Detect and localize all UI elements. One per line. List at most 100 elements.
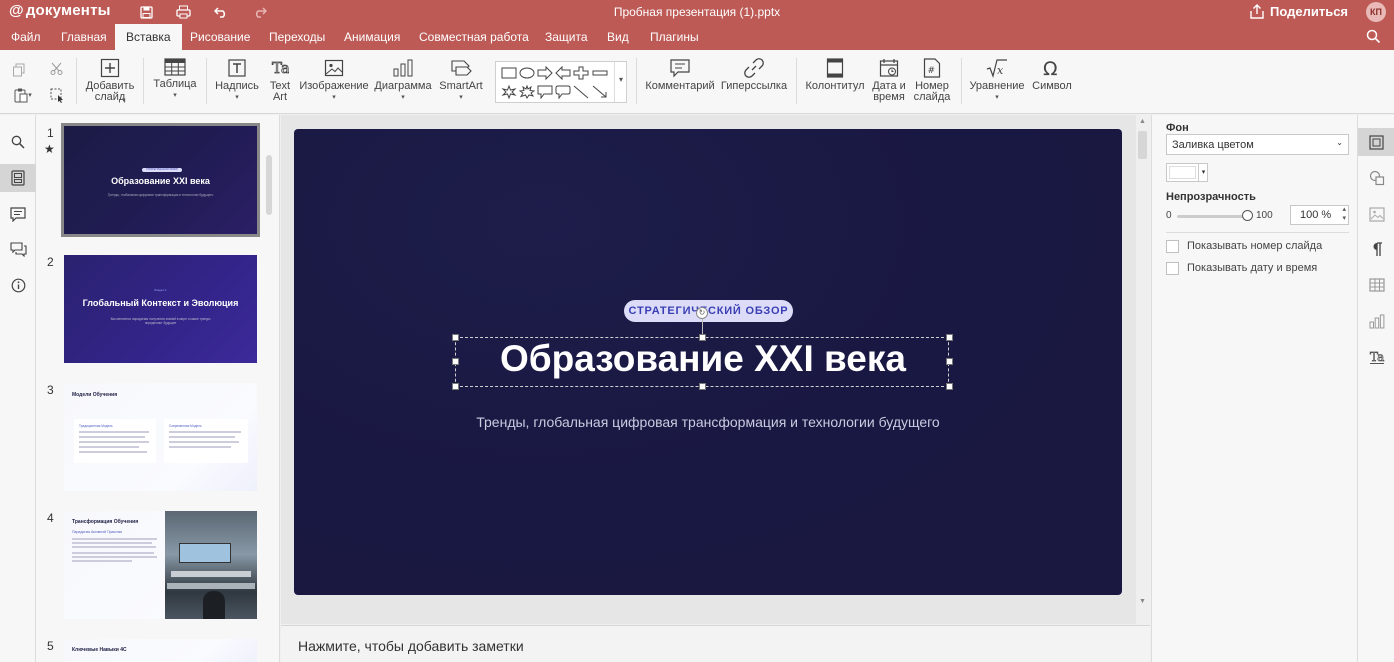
- select-all-icon[interactable]: [48, 86, 66, 104]
- insert-symbol-button[interactable]: Ω Символ: [1030, 58, 1074, 92]
- current-slide[interactable]: СТРАТЕГИЧЕСКИЙ ОБЗОР Образование XXI век…: [294, 129, 1122, 595]
- slide-thumbnail-5[interactable]: Ключевые Навыки 4С: [64, 639, 257, 662]
- slide-thumbnail-2[interactable]: Раздел 1 Глобальный Контекст и Эволюция …: [64, 255, 257, 363]
- chart-label: Диаграмма: [374, 80, 432, 92]
- insert-image-button[interactable]: Изображение ▾: [299, 58, 369, 103]
- fill-color-picker[interactable]: ▾: [1166, 163, 1208, 182]
- shapes-more-icon[interactable]: ▾: [614, 62, 627, 102]
- slide-thumbnail-1[interactable]: СТРАТЕГИЧЕСКИЙ ОБЗОР Образование XXI век…: [61, 123, 260, 237]
- resize-handle[interactable]: [699, 383, 706, 390]
- tab-collaboration[interactable]: Совместная работа: [408, 24, 540, 50]
- paste-icon[interactable]: ▾: [10, 86, 36, 104]
- callout-rounded-shape-icon[interactable]: [555, 85, 571, 99]
- chevron-down-icon: ▾: [1198, 164, 1208, 181]
- cut-icon[interactable]: [48, 60, 66, 78]
- resize-handle[interactable]: [946, 334, 953, 341]
- shape-settings-icon[interactable]: [1358, 164, 1394, 192]
- resize-handle[interactable]: [946, 358, 953, 365]
- thumb-subtitle: Как меняются парадигмы получения знаний …: [110, 317, 211, 325]
- slide-thumbnail-3[interactable]: Модели Обучения Традиционная Модель Совр…: [64, 383, 257, 491]
- chart-settings-icon[interactable]: [1358, 307, 1394, 335]
- slides-panel-icon[interactable]: [0, 164, 36, 192]
- slide-editor[interactable]: СТРАТЕГИЧЕСКИЙ ОБЗОР Образование XXI век…: [281, 115, 1150, 624]
- tab-protection[interactable]: Защита: [534, 24, 599, 50]
- table-icon: [164, 58, 186, 76]
- resize-handle[interactable]: [946, 383, 953, 390]
- opacity-label: Непрозрачность: [1166, 191, 1256, 203]
- fill-type-select[interactable]: Заливка цветом ⌄: [1166, 134, 1349, 155]
- tab-animation[interactable]: Анимация: [333, 24, 411, 50]
- show-date-time-checkbox[interactable]: [1166, 262, 1179, 275]
- header-footer-button[interactable]: Колонтитул: [804, 58, 866, 92]
- toolbar: ▾ Добавить слайд ▾ Таблица ▾ Надпись ▾ T…: [0, 50, 1394, 114]
- rectangle-shape-icon[interactable]: [501, 66, 517, 80]
- date-time-button[interactable]: Дата и время: [871, 58, 907, 103]
- resize-handle[interactable]: [452, 383, 459, 390]
- thumbnails-scrollbar[interactable]: [266, 155, 272, 215]
- copy-icon[interactable]: [10, 61, 28, 79]
- arrow-line-shape-icon[interactable]: [592, 85, 608, 99]
- image-settings-icon[interactable]: [1358, 200, 1394, 228]
- tab-home[interactable]: Главная: [50, 24, 118, 50]
- add-slide-button[interactable]: Добавить слайд ▾: [84, 58, 136, 104]
- thumb-subtitle: Тренды, глобальная цифровая трансформаци…: [107, 193, 214, 197]
- insert-smartart-button[interactable]: SmartArt ▾: [436, 58, 486, 103]
- chevron-down-icon: ⌄: [1336, 138, 1343, 147]
- textart-icon: Ta: [272, 59, 289, 78]
- tab-file[interactable]: Файл: [0, 24, 52, 50]
- slide-badge[interactable]: СТРАТЕГИЧЕСКИЙ ОБЗОР: [624, 300, 793, 322]
- resize-handle[interactable]: [452, 334, 459, 341]
- plus-shape-icon[interactable]: [573, 66, 589, 80]
- slide-number-button[interactable]: # Номер слайда: [912, 58, 952, 103]
- minus-shape-icon[interactable]: [592, 66, 608, 80]
- share-label: Поделиться: [1270, 4, 1349, 19]
- search-icon[interactable]: [1366, 29, 1381, 47]
- editor-scrollbar[interactable]: ▲ ▼: [1136, 115, 1150, 624]
- slide-settings-icon[interactable]: [1358, 128, 1394, 156]
- search-icon[interactable]: [0, 128, 36, 156]
- star-shape-icon[interactable]: [501, 85, 517, 99]
- paragraph-settings-icon[interactable]: [1358, 235, 1394, 263]
- notes-area[interactable]: Нажмите, чтобы добавить заметки: [281, 625, 1150, 662]
- shapes-gallery[interactable]: ▾: [495, 61, 627, 103]
- slide-settings-panel: Фон Заливка цветом ⌄ ▾ Непрозрачность 0 …: [1151, 115, 1357, 662]
- table-settings-icon[interactable]: [1358, 271, 1394, 299]
- resize-handle[interactable]: [699, 334, 706, 341]
- line-shape-icon[interactable]: [573, 85, 589, 99]
- burst-shape-icon[interactable]: [519, 85, 535, 99]
- tab-insert[interactable]: Вставка: [115, 24, 182, 50]
- arrow-right-shape-icon[interactable]: [537, 66, 553, 80]
- tab-draw[interactable]: Рисование: [179, 24, 261, 50]
- tab-transitions[interactable]: Переходы: [258, 24, 336, 50]
- tab-view[interactable]: Вид: [596, 24, 640, 50]
- tab-plugins[interactable]: Плагины: [639, 24, 710, 50]
- arrow-left-shape-icon[interactable]: [555, 66, 571, 80]
- ellipse-shape-icon[interactable]: [519, 66, 535, 80]
- share-button[interactable]: Поделиться: [1250, 4, 1348, 19]
- insert-hyperlink-button[interactable]: Гиперссылка: [719, 58, 789, 92]
- comments-icon[interactable]: [0, 200, 36, 228]
- menu-bar: Файл Главная Вставка Рисование Переходы …: [0, 24, 1394, 50]
- slide-thumbnail-4[interactable]: Трансформация Обучения Парадигма Активно…: [64, 511, 257, 619]
- info-icon[interactable]: [0, 271, 36, 299]
- insert-table-button[interactable]: Таблица ▾: [151, 58, 199, 101]
- insert-textbox-button[interactable]: Надпись ▾: [214, 58, 260, 103]
- insert-equation-button[interactable]: x Уравнение ▾: [968, 58, 1026, 103]
- date-time-label: Дата и время: [872, 80, 906, 103]
- insert-textart-button[interactable]: Ta Text Art: [264, 58, 296, 103]
- chat-icon[interactable]: [0, 235, 36, 263]
- selection-box[interactable]: [455, 337, 949, 387]
- resize-handle[interactable]: [452, 358, 459, 365]
- slide-subtitle[interactable]: Тренды, глобальная цифровая трансформаци…: [374, 414, 1042, 430]
- textart-settings-icon[interactable]: Ta: [1358, 343, 1394, 371]
- callout-shape-icon[interactable]: [537, 85, 553, 99]
- opacity-slider[interactable]: [1177, 215, 1248, 218]
- opacity-slider-thumb[interactable]: [1242, 210, 1253, 221]
- user-avatar[interactable]: КП: [1366, 2, 1386, 22]
- thumb-title: Ключевые Навыки 4С: [72, 647, 127, 653]
- opacity-input[interactable]: 100 % ▴ ▾: [1290, 205, 1349, 225]
- insert-comment-button[interactable]: Комментарий: [645, 58, 715, 92]
- show-slide-number-checkbox[interactable]: [1166, 240, 1179, 253]
- insert-chart-button[interactable]: Диаграмма ▾: [373, 58, 433, 103]
- rotate-handle-icon[interactable]: ↻: [696, 307, 708, 319]
